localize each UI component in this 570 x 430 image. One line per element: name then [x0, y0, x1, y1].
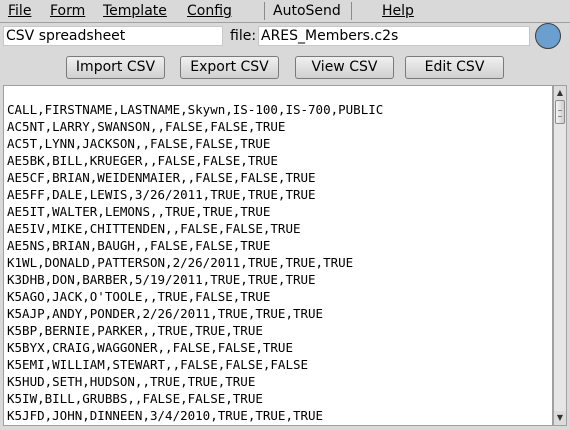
menu-config-label: Config [187, 3, 232, 19]
vertical-scrollbar[interactable]: ▲ ▼ [553, 85, 567, 426]
csv-line: CALL,FIRSTNAME,LASTNAME,Skywn,IS-100,IS-… [7, 102, 384, 117]
menu-template[interactable]: Template [103, 0, 167, 22]
menu-config[interactable]: Config [187, 0, 232, 22]
menu-form[interactable]: Form [50, 0, 85, 22]
csv-line: K5AJP,ANDY,PONDER,2/26/2011,TRUE,TRUE,TR… [7, 306, 324, 321]
menu-file[interactable]: File [8, 0, 31, 22]
menu-file-label: File [8, 3, 32, 19]
csv-text-area[interactable]: CALL,FIRSTNAME,LASTNAME,Skywn,IS-100,IS-… [3, 85, 553, 426]
export-csv-button[interactable]: Export CSV [180, 56, 279, 79]
file-label: file: [230, 28, 257, 44]
csv-line: AE5IV,MIKE,CHITTENDEN,,FALSE,FALSE,TRUE [7, 221, 301, 236]
menu-bar: File Form Template Config AutoSend Help [0, 0, 570, 23]
csv-line: K5BYX,CRAIG,WAGGONER,,FALSE,FALSE,TRUE [7, 340, 293, 355]
scroll-down-arrow-icon[interactable]: ▼ [554, 411, 566, 425]
menu-form-label: Form [50, 3, 86, 19]
csv-line: K3DHB,DON,BARBER,5/19/2011,TRUE,TRUE,TRU… [7, 272, 316, 287]
menu-autosend-label: AutoSend [273, 3, 341, 19]
edit-csv-button[interactable]: Edit CSV [405, 56, 504, 79]
view-csv-button[interactable]: View CSV [295, 56, 394, 79]
menu-separator [264, 2, 265, 20]
csv-line: AC5T,LYNN,JACKSON,,FALSE,FALSE,TRUE [7, 136, 271, 151]
grip-icon [558, 110, 562, 117]
csv-line: K5HUD,SETH,HUDSON,,TRUE,TRUE,TRUE [7, 374, 256, 389]
import-csv-button[interactable]: Import CSV [66, 56, 165, 79]
csv-line: K5IW,BILL,GRUBBS,,FALSE,FALSE,TRUE [7, 391, 263, 406]
file-name-field[interactable]: ARES_Members.c2s [258, 26, 530, 46]
menu-template-label: Template [103, 3, 167, 19]
menu-separator [351, 2, 352, 20]
csv-line: K1WL,DONALD,PATTERSON,2/26/2011,TRUE,TRU… [7, 255, 354, 270]
csv-line: AE5CF,BRIAN,WEIDENMAIER,,FALSE,FALSE,TRU… [7, 170, 316, 185]
menu-help[interactable]: Help [382, 0, 414, 22]
status-indicator-circle [535, 23, 561, 49]
csv-line: AE5NS,BRIAN,BAUGH,,FALSE,FALSE,TRUE [7, 238, 271, 253]
csv-content: CALL,FIRSTNAME,LASTNAME,Skywn,IS-100,IS-… [7, 101, 383, 424]
csv-line: K5JFD,JOHN,DINNEEN,3/4/2010,TRUE,TRUE,TR… [7, 408, 324, 423]
menu-help-label: Help [382, 3, 414, 19]
menu-autosend[interactable]: AutoSend [273, 0, 341, 22]
csv-line: K5BP,BERNIE,PARKER,,TRUE,TRUE,TRUE [7, 323, 263, 338]
csv-line: AC5NT,LARRY,SWANSON,,FALSE,FALSE,TRUE [7, 119, 286, 134]
form-description-field[interactable]: CSV spreadsheet [3, 26, 223, 46]
csv-line: AE5BK,BILL,KRUEGER,,FALSE,FALSE,TRUE [7, 153, 278, 168]
csv-line: K5EMI,WILLIAM,STEWART,,FALSE,FALSE,FALSE [7, 357, 309, 372]
csv-line: AE5FF,DALE,LEWIS,3/26/2011,TRUE,TRUE,TRU… [7, 187, 316, 202]
scrollbar-thumb[interactable] [555, 100, 565, 124]
csv-line: AE5IT,WALTER,LEMONS,,TRUE,TRUE,TRUE [7, 204, 271, 219]
csv-line: K5AGO,JACK,O'TOOLE,,TRUE,FALSE,TRUE [7, 289, 271, 304]
scroll-up-arrow-icon[interactable]: ▲ [554, 86, 566, 100]
